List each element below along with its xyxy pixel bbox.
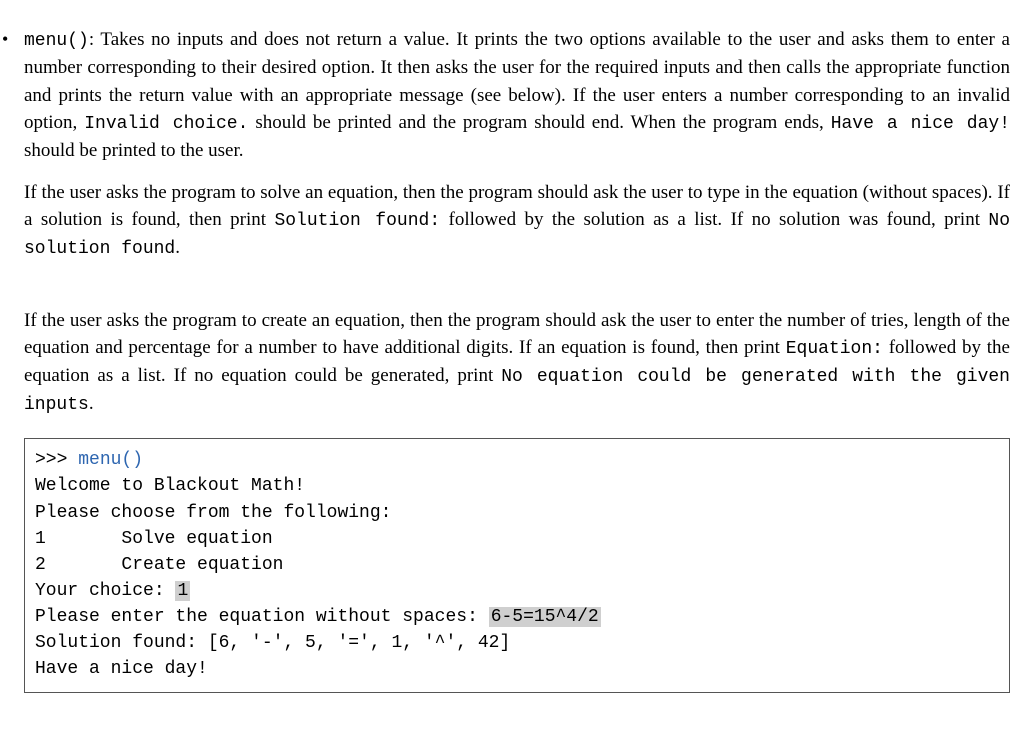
output-line: Please enter the equation without spaces… — [35, 607, 489, 627]
code-inline: Invalid choice. — [84, 114, 248, 134]
text: . — [175, 237, 180, 258]
text: . — [89, 393, 94, 414]
text: followed by the solution as a list. If n… — [440, 209, 988, 230]
paragraph-3: If the user asks the program to create a… — [24, 307, 1010, 419]
text: should be printed and the program should… — [248, 112, 830, 133]
output-line: Solution found: [6, '-', 5, '=', 1, '^',… — [35, 633, 510, 653]
paragraph-1: menu(): Takes no inputs and does not ret… — [24, 26, 1010, 165]
output-line: Please choose from the following: — [35, 503, 391, 523]
text: should be printed to the user. — [24, 140, 244, 161]
bullet-icon: • — [0, 26, 24, 52]
paragraph-2: If the user asks the program to solve an… — [24, 179, 1010, 263]
function-call: menu() — [78, 450, 143, 470]
item-content: menu(): Takes no inputs and does not ret… — [24, 26, 1010, 693]
output-line: 1 Solve equation — [35, 529, 273, 549]
output-line: Welcome to Blackout Math! — [35, 476, 305, 496]
code-inline: Have a nice day! — [831, 114, 1010, 134]
user-input: 1 — [175, 581, 190, 601]
list-item: • menu(): Takes no inputs and does not r… — [0, 26, 1010, 693]
output-line: Have a nice day! — [35, 659, 208, 679]
code-inline: Solution found: — [274, 211, 440, 231]
repl-prompt: >>> — [35, 450, 78, 470]
user-input: 6-5=15^4/2 — [489, 607, 601, 627]
function-name: menu() — [24, 31, 89, 51]
output-line: Your choice: — [35, 581, 175, 601]
code-inline: Equation: — [786, 339, 883, 359]
output-line: 2 Create equation — [35, 555, 283, 575]
document-page: • menu(): Takes no inputs and does not r… — [0, 0, 1034, 749]
code-block: >>> menu() Welcome to Blackout Math! Ple… — [24, 438, 1010, 693]
